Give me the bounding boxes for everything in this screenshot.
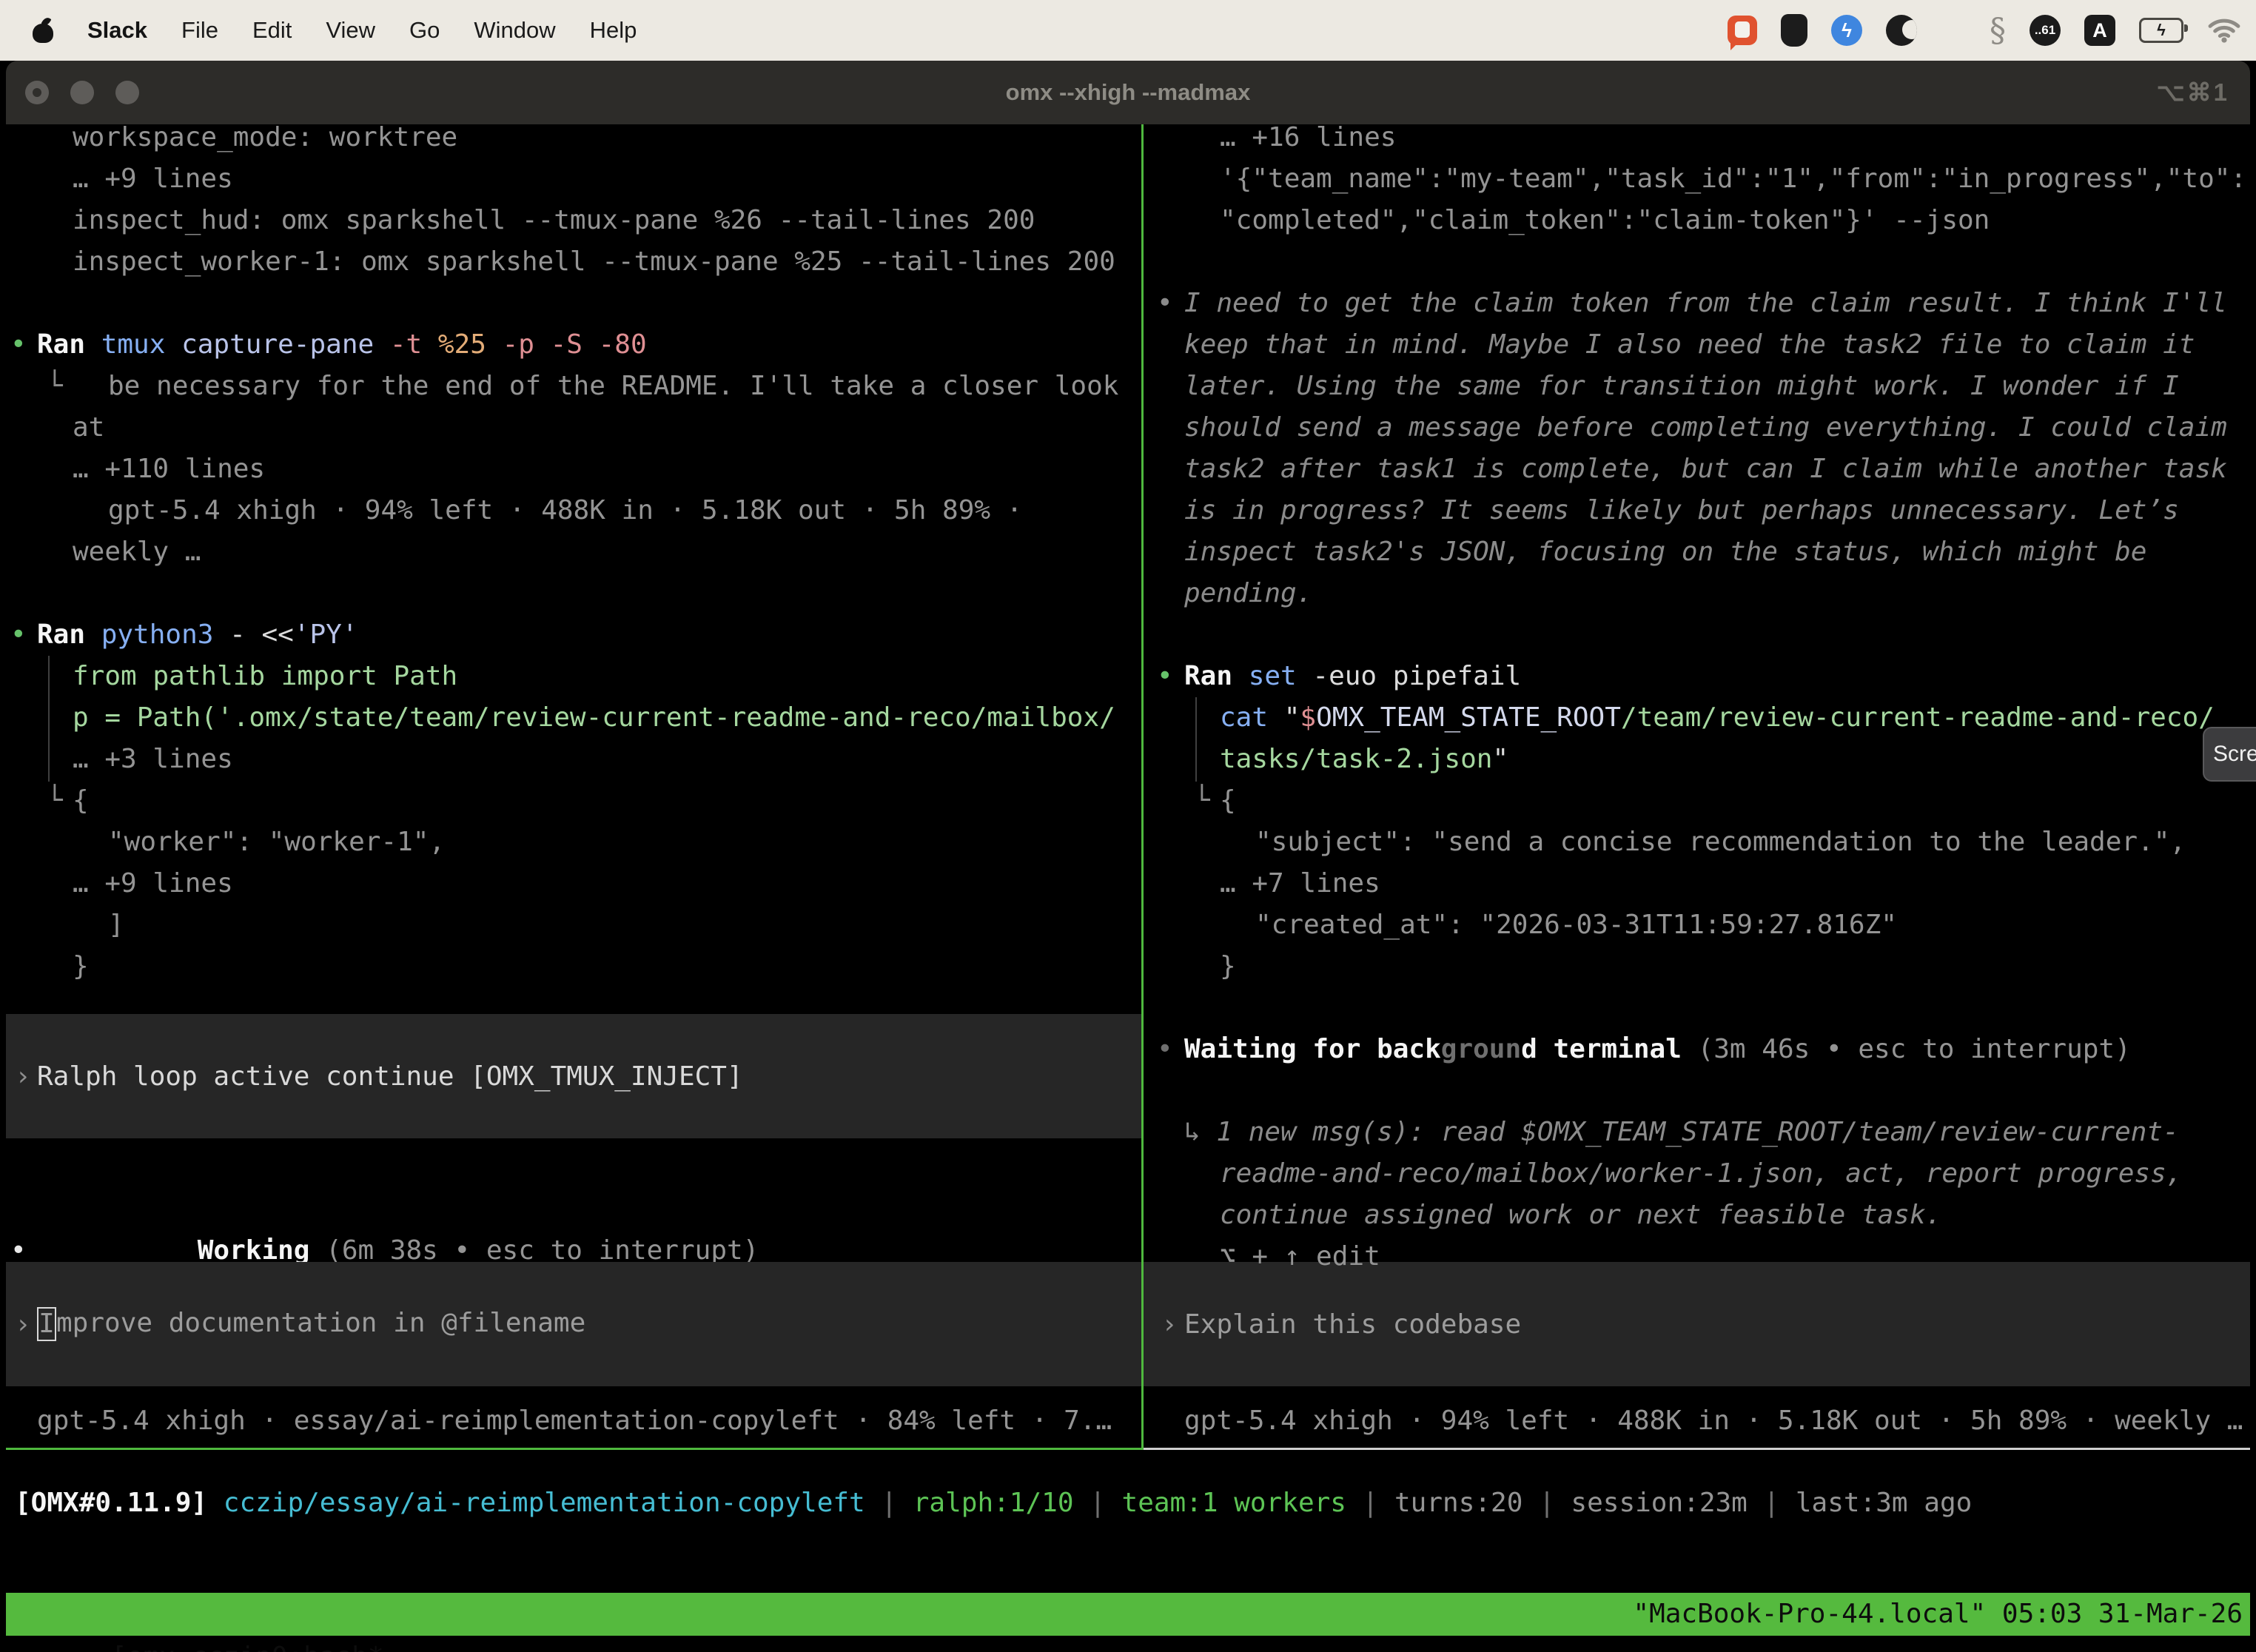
terminal-line: … +9 lines: [6, 158, 1141, 200]
terminal-line: inspect_hud: omx sparkshell --tmux-pane …: [6, 200, 1141, 241]
terminal-line: p = Path('.omx/state/team/review-current…: [6, 697, 1141, 739]
line-bullet: •: [10, 324, 27, 366]
output-elbow: └: [47, 780, 63, 822]
prompt-suggestion-right[interactable]: › Explain this codebase: [1144, 1262, 2250, 1386]
menu-item-window[interactable]: Window: [474, 17, 555, 44]
terminal-line: ⌥ + ↑ edit: [1144, 1236, 2250, 1277]
window-title: omx --xhigh --madmax: [6, 61, 2250, 124]
pane-bottom-border-active: [6, 1448, 1144, 1450]
output-elbow: └: [1194, 780, 1210, 822]
screen: Slack FileEditViewGoWindowHelp ϟ § ..61 …: [0, 0, 2256, 1652]
terminal-line: … +7 lines: [1144, 863, 2250, 904]
terminal-line: "worker": "worker-1",: [6, 822, 1141, 863]
line-bullet: •: [1157, 656, 1173, 697]
apple-menu-icon[interactable]: [33, 17, 53, 44]
terminal-line: ]: [6, 904, 1141, 946]
terminal-line: gpt-5.4 xhigh · 94% left · 488K in · 5.1…: [6, 490, 1141, 531]
terminal-line: continue assigned work or next feasible …: [1144, 1195, 2250, 1236]
squiggle-icon[interactable]: §: [1990, 12, 2006, 50]
input-source-badge[interactable]: A: [2084, 15, 2115, 46]
wifi-icon[interactable]: [2207, 17, 2241, 44]
tmux-session-label: [omx-cczip0:bash*: [111, 1642, 383, 1652]
terminal-line: └be necessary for the end of the README.…: [6, 366, 1141, 407]
menu-item-go[interactable]: Go: [409, 17, 440, 44]
line-bullet: •: [10, 614, 27, 656]
terminal-line: "created_at": "2026-03-31T11:59:27.816Z": [1144, 904, 2250, 946]
output-elbow: └: [47, 366, 63, 407]
terminal-line: is in progress? It seems likely but perh…: [1144, 490, 2250, 531]
terminal-line: •Ran set -euo pipefail: [1144, 656, 2250, 697]
terminal-line: •I need to get the claim token from the …: [1144, 283, 2250, 324]
pane-left[interactable]: › Ralph loop active continue [OMX_TMUX_I…: [6, 124, 1141, 1448]
app-menu-slack[interactable]: Slack: [87, 17, 147, 44]
battery-icon[interactable]: ϟ: [2139, 18, 2183, 43]
prompt-suggestion-left[interactable]: › Improve documentation in @filename: [6, 1262, 1141, 1386]
tmux-status-bar: [omx-cczip0:bash* "MacBook-Pro-44.local"…: [6, 1593, 2250, 1636]
line-bullet: •: [1157, 283, 1173, 324]
terminal-line: workspace_mode: worktree: [6, 124, 1141, 158]
terminal-line: '{"team_name":"my-team","task_id":"1","f…: [1144, 158, 2250, 200]
terminal-content: › Ralph loop active continue [OMX_TMUX_I…: [6, 124, 2250, 1652]
terminal-line: •Waiting for background terminal (3m 46s…: [1144, 1029, 2250, 1070]
terminal-line: •Ran tmux capture-pane -t %25 -p -S -80: [6, 324, 1141, 366]
menu-item-file[interactable]: File: [181, 17, 218, 44]
terminal-line: … +9 lines: [6, 863, 1141, 904]
terminal-line: … +16 lines: [1144, 124, 2250, 158]
pane-right[interactable]: › Explain this codebase gpt-5.4 xhigh · …: [1144, 124, 2250, 1448]
menu-items: File Edit View Go Window Help: [181, 17, 637, 44]
terminal-line: pending.: [1144, 573, 2250, 614]
bolt-badge-icon[interactable]: ϟ: [1831, 15, 1862, 46]
terminal-line: inspect task2's JSON, focusing on the st…: [1144, 531, 2250, 573]
terminal-line: at: [6, 407, 1141, 449]
terminal-line: from pathlib import Path: [6, 656, 1141, 697]
terminal-line: tasks/task-2.json": [1144, 739, 2250, 780]
suggestion-text: mprove documentation in @filename: [56, 1308, 585, 1338]
menu-item-view[interactable]: View: [326, 17, 375, 44]
screen-sharing-overlay[interactable]: Scre: [2203, 727, 2256, 782]
terminal-line: "completed","claim_token":"claim-token"}…: [1144, 200, 2250, 241]
menu-item-help[interactable]: Help: [590, 17, 637, 44]
agent-loop-text: Ralph loop active continue [OMX_TMUX_INJ…: [37, 1061, 743, 1092]
terminal-line: └{: [1144, 780, 2250, 822]
working-status: •Working (6m 38s • esc to interrupt): [6, 1189, 1141, 1230]
menu-item-edit[interactable]: Edit: [252, 17, 292, 44]
line-bullet: •: [1157, 1029, 1173, 1070]
terminal-line: should send a message before completing …: [1144, 407, 2250, 449]
terminal-window: omx --xhigh --madmax ⌥⌘1 › Ralph loop ac…: [6, 61, 2250, 1652]
window-shortcut-hint: ⌥⌘1: [2157, 61, 2229, 124]
terminal-line: later. Using the same for transition mig…: [1144, 366, 2250, 407]
model-status-left: gpt-5.4 xhigh · essay/ai-reimplementatio…: [6, 1400, 1141, 1442]
terminal-line: readme-and-reco/mailbox/worker-1.json, a…: [1144, 1153, 2250, 1195]
menu-bar: Slack FileEditViewGoWindowHelp ϟ § ..61 …: [0, 0, 2256, 61]
suggestion-text: Explain this codebase: [1184, 1309, 1521, 1340]
dot-grid-icon[interactable]: [1941, 18, 1966, 43]
screen-recording-icon[interactable]: [1728, 16, 1757, 45]
terminal-line: }: [1144, 946, 2250, 987]
prompt-chevron: ›: [15, 1309, 31, 1340]
model-status-right: gpt-5.4 xhigh · 94% left · 488K in · 5.1…: [1144, 1400, 2250, 1442]
terminal-line: weekly …: [6, 531, 1141, 573]
prompt-chevron: ›: [15, 1061, 31, 1092]
pane-bottom-border: [1144, 1448, 2250, 1450]
terminal-line: "subject": "send a concise recommendatio…: [1144, 822, 2250, 863]
terminal-line: }: [6, 946, 1141, 987]
prompt-chevron: ›: [1161, 1309, 1178, 1340]
omx-status-line: [OMX#0.11.9] cczip/essay/ai-reimplementa…: [15, 1483, 1972, 1524]
terminal-line: … +3 lines: [6, 739, 1141, 780]
terminal-line: inspect_worker-1: omx sparkshell --tmux-…: [6, 241, 1141, 283]
privacy-shield-icon[interactable]: [1781, 14, 1807, 47]
agent-loop-banner: › Ralph loop active continue [OMX_TMUX_I…: [6, 1014, 1141, 1138]
terminal-line: task2 after task1 is complete, but can I…: [1144, 449, 2250, 490]
terminal-cursor[interactable]: I: [37, 1307, 56, 1341]
window-titlebar[interactable]: omx --xhigh --madmax ⌥⌘1: [6, 61, 2250, 124]
terminal-line: keep that in mind. Maybe I also need the…: [1144, 324, 2250, 366]
terminal-line: cat "$OMX_TEAM_STATE_ROOT/team/review-cu…: [1144, 697, 2250, 739]
moon-icon[interactable]: [1886, 15, 1917, 46]
terminal-line: ↳ 1 new msg(s): read $OMX_TEAM_STATE_ROO…: [1144, 1112, 2250, 1153]
terminal-line: •Ran python3 - <<'PY': [6, 614, 1141, 656]
count-badge[interactable]: ..61: [2030, 15, 2061, 46]
tmux-host-time: "MacBook-Pro-44.local" 05:03 31-Mar-26: [1633, 1593, 2243, 1636]
terminal-line: └{: [6, 780, 1141, 822]
terminal-line: … +110 lines: [6, 449, 1141, 490]
